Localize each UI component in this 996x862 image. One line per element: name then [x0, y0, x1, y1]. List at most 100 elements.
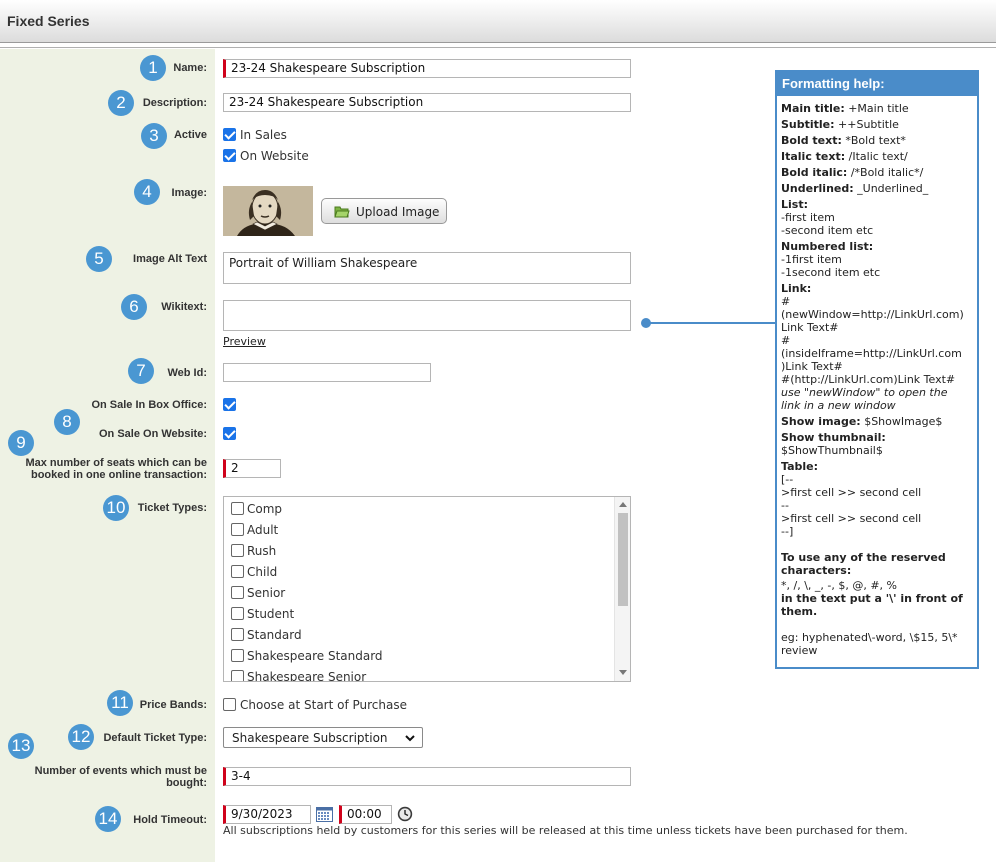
- ticket-type-checkbox[interactable]: [231, 628, 244, 641]
- image-alt-text-input[interactable]: Portrait of William Shakespeare: [223, 252, 631, 284]
- upload-image-label: Upload Image: [356, 205, 440, 219]
- folder-icon: [334, 204, 350, 221]
- help-link-line: #(http://LinkUrl.com)Link Text#: [781, 373, 956, 386]
- ticket-type-label: Standard: [247, 628, 302, 642]
- description-input[interactable]: 23-24 Shakespeare Subscription: [223, 93, 631, 112]
- ticket-type-checkbox[interactable]: [231, 565, 244, 578]
- on-sale-website-label: On Sale On Website:: [99, 428, 207, 440]
- ticket-type-label: Rush: [247, 544, 277, 558]
- help-table-line: --]: [781, 525, 794, 538]
- help-list-line: -first item: [781, 211, 835, 224]
- ticket-types-label: Ticket Types:: [137, 502, 207, 514]
- scroll-down-arrow-icon[interactable]: [619, 670, 627, 675]
- help-list-line: -second item etc: [781, 224, 874, 237]
- active-label: Active: [173, 129, 207, 141]
- help-link-line: (newWindow=http://LinkUrl.com): [781, 308, 964, 321]
- help-link-line: #: [781, 334, 791, 347]
- ticket-type-label: Child: [247, 565, 278, 579]
- help-link-line: Link Text#: [781, 321, 839, 334]
- help-link-line: (insideIframe=http://LinkUrl.com: [781, 347, 962, 360]
- wikitext-label: Wikitext:: [161, 301, 207, 313]
- formatting-help-title: Formatting help:: [777, 72, 977, 96]
- preview-link[interactable]: Preview: [223, 335, 266, 348]
- on-sale-website-checkbox[interactable]: [223, 427, 236, 440]
- ticket-type-checkbox[interactable]: [231, 586, 244, 599]
- hold-timeout-date-input[interactable]: 9/30/2023: [223, 805, 311, 824]
- help-main-title-text: +Main title: [848, 102, 909, 115]
- upload-image-button[interactable]: Upload Image: [321, 198, 447, 224]
- on-website-label: On Website: [240, 149, 309, 163]
- ticket-type-label: Student: [247, 607, 295, 621]
- help-reserved-tail: them.: [781, 605, 818, 618]
- on-sale-box-office-checkbox[interactable]: [223, 398, 236, 411]
- price-bands-option-label: Choose at Start of Purchase: [240, 698, 407, 712]
- ticket-type-checkbox[interactable]: [231, 670, 244, 681]
- ticket-type-checkbox[interactable]: [231, 544, 244, 557]
- image-label: Image:: [171, 187, 207, 199]
- web-id-label: Web Id:: [167, 367, 207, 379]
- ticket-type-checkbox[interactable]: [231, 523, 244, 536]
- image-alt-text-label: Image Alt Text: [133, 253, 207, 265]
- events-required-label: Number of events which must be bought:: [34, 765, 207, 789]
- help-table-label: Table:: [781, 460, 819, 473]
- chevron-down-icon: [405, 732, 415, 746]
- ticket-type-label: Shakespeare Standard: [247, 649, 383, 663]
- help-example-line: review: [781, 644, 818, 657]
- scroll-up-arrow-icon[interactable]: [619, 502, 627, 507]
- name-label: Name:: [173, 62, 207, 74]
- name-input[interactable]: 23-24 Shakespeare Subscription: [223, 59, 631, 78]
- ticket-types-list[interactable]: Comp Adult Rush Child Senior Student Sta…: [223, 496, 631, 682]
- help-italic-label: Italic text:: [781, 150, 846, 163]
- connector-line: [649, 322, 777, 324]
- ticket-type-label: Adult: [247, 523, 279, 537]
- ticket-type-label: Shakespeare Senior: [247, 670, 367, 682]
- help-show-thumbnail-label: Show thumbnail:: [781, 431, 886, 444]
- ticket-type-checkbox[interactable]: [231, 502, 244, 515]
- wikitext-input[interactable]: [223, 300, 631, 331]
- max-seats-input[interactable]: 2: [223, 459, 281, 478]
- formatting-help-panel: Formatting help: Main title: +Main title…: [775, 70, 979, 669]
- web-id-input[interactable]: [223, 363, 431, 382]
- help-list-label: List:: [781, 198, 808, 211]
- help-underlined-label: Underlined:: [781, 182, 854, 195]
- help-bold-text: *Bold text*: [845, 134, 906, 147]
- price-bands-checkbox[interactable]: [223, 698, 236, 711]
- help-link-note: use "newWindow" to open the: [781, 386, 948, 399]
- calendar-icon[interactable]: [316, 806, 333, 825]
- on-website-checkbox[interactable]: [223, 149, 236, 162]
- ticket-types-scrollbar[interactable]: [614, 497, 630, 681]
- step-badge-9: 9: [8, 430, 34, 456]
- help-table-line: >first cell >> second cell: [781, 486, 922, 499]
- header-divider: [0, 47, 996, 48]
- ticket-type-label: Comp: [247, 502, 283, 516]
- help-link-line: )Link Text#: [781, 360, 843, 373]
- scroll-thumb[interactable]: [618, 513, 628, 606]
- hold-timeout-label: Hold Timeout:: [133, 814, 207, 826]
- clock-icon[interactable]: [397, 806, 413, 825]
- shakespeare-portrait-image: [223, 186, 313, 236]
- default-ticket-type-select[interactable]: Shakespeare Subscription: [223, 727, 423, 748]
- help-numbered-list-line: -1first item: [781, 253, 842, 266]
- help-subtitle-label: Subtitle:: [781, 118, 835, 131]
- in-sales-checkbox[interactable]: [223, 128, 236, 141]
- ticket-type-checkbox[interactable]: [231, 607, 244, 620]
- description-label: Description:: [142, 97, 207, 109]
- help-numbered-list-line: -1second item etc: [781, 266, 881, 279]
- ticket-type-label: Senior: [247, 586, 286, 600]
- default-ticket-type-label: Default Ticket Type:: [103, 732, 207, 744]
- hold-timeout-time-input[interactable]: 00:00: [339, 805, 392, 824]
- help-reserved-tail: in the text put a '\' in front of: [781, 592, 963, 605]
- page-header: [0, 0, 996, 43]
- on-sale-box-office-label: On Sale In Box Office:: [91, 399, 207, 411]
- ticket-type-checkbox[interactable]: [231, 649, 244, 662]
- help-bold-italic-text: /*Bold italic*/: [850, 166, 924, 179]
- hold-timeout-note: All subscriptions held by customers for …: [223, 824, 908, 837]
- help-show-image-text: $ShowImage$: [864, 415, 943, 428]
- max-seats-label: Max number of seats which can be booked …: [25, 457, 207, 481]
- help-italic-text: /Italic text/: [848, 150, 908, 163]
- help-table-line: --: [781, 499, 789, 512]
- help-link-label: Link:: [781, 282, 812, 295]
- events-required-input[interactable]: 3-4: [223, 767, 631, 786]
- page-title: Fixed Series: [7, 13, 90, 29]
- help-numbered-list-label: Numbered list:: [781, 240, 874, 253]
